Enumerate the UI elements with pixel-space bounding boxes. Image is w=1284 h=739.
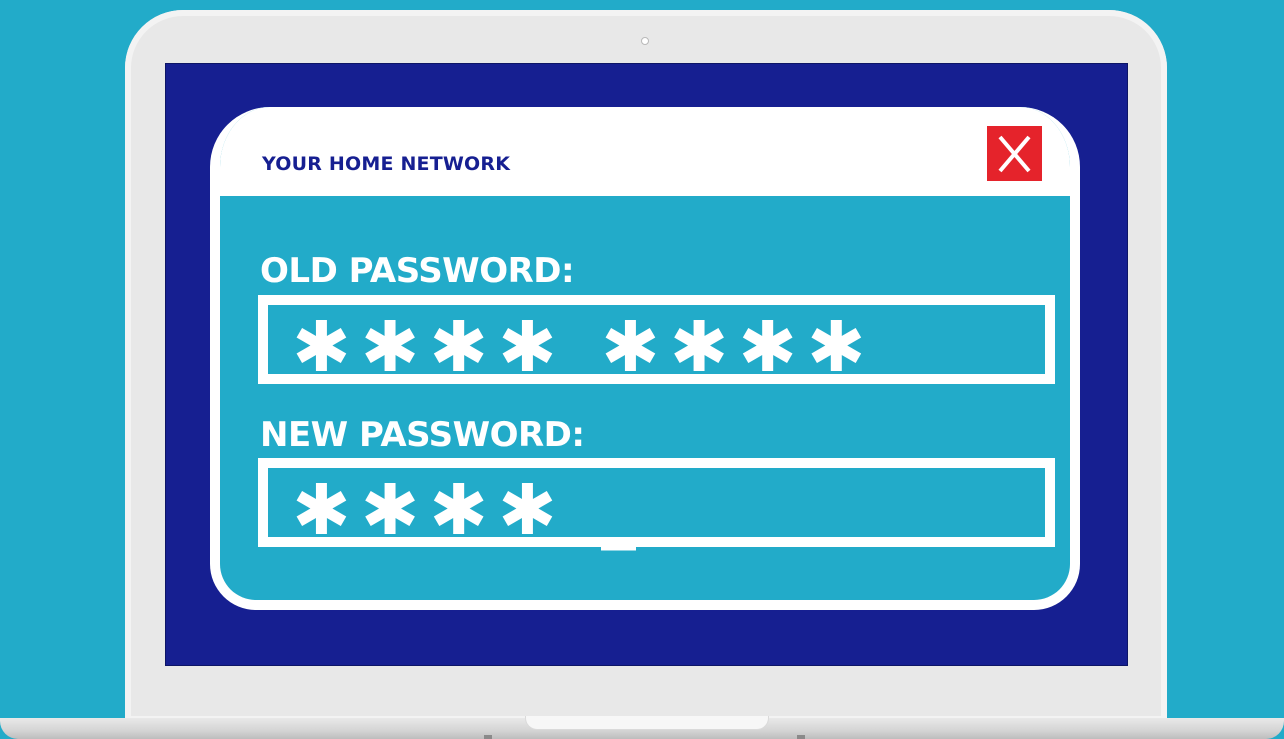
new-password-value: ✱✱✱✱ _ <box>292 469 646 551</box>
laptop-foot-right <box>797 735 805 739</box>
webcam-icon <box>641 37 649 45</box>
laptop-notch <box>525 716 769 730</box>
new-password-label: NEW PASSWORD: <box>260 415 585 455</box>
illustration: YOUR HOME NETWORK OLD PASSWORD: ✱✱✱✱ ✱✱✱… <box>0 0 1284 739</box>
old-password-value: ✱✱✱✱ ✱✱✱✱ <box>292 306 876 388</box>
network-dialog: YOUR HOME NETWORK OLD PASSWORD: ✱✱✱✱ ✱✱✱… <box>210 107 1080 610</box>
close-button[interactable] <box>987 126 1042 181</box>
close-icon <box>998 135 1031 173</box>
old-password-field[interactable]: ✱✱✱✱ ✱✱✱✱ <box>258 295 1055 384</box>
new-password-field[interactable]: ✱✱✱✱ _ <box>258 458 1055 547</box>
old-password-label: OLD PASSWORD: <box>260 251 575 291</box>
laptop-foot-left <box>484 735 492 739</box>
dialog-title: YOUR HOME NETWORK <box>262 153 511 175</box>
dialog-titlebar: YOUR HOME NETWORK <box>220 107 1070 196</box>
